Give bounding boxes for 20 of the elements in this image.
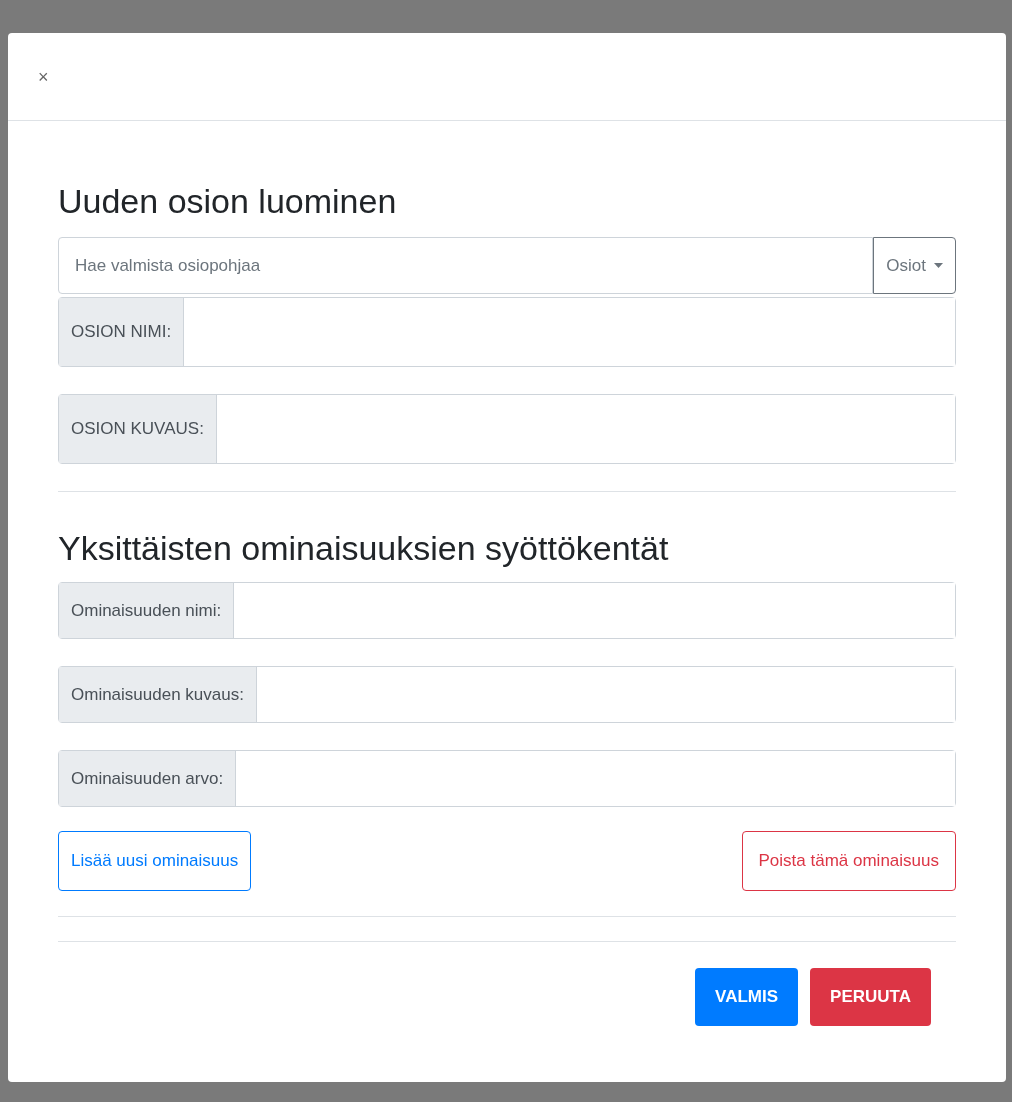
sections-dropdown[interactable]: Osiot	[873, 237, 956, 294]
add-property-button[interactable]: Lisää uusi ominaisuus	[58, 831, 252, 891]
input-group[interactable]: OSION NIMI:	[58, 297, 956, 367]
section-heading: Uuden osion luominen	[58, 181, 398, 221]
field-label: Ominaisuuden arvo:	[59, 751, 237, 806]
input-group[interactable]: Ominaisuuden nimi:	[58, 582, 956, 639]
section-heading: Yksittäisten ominaisuuksien syöttökentät	[58, 528, 670, 568]
field-label: OSION NIMI:	[59, 298, 185, 366]
remove-property-button[interactable]: Poista tämä ominaisuus	[741, 831, 956, 891]
footer-button[interactable]: VALMIS	[695, 968, 799, 1026]
close-button[interactable]: ×	[38, 67, 49, 86]
search-field[interactable]: Hae valmista osiopohjaa	[58, 237, 874, 294]
caret-icon	[934, 263, 943, 268]
input-group[interactable]: Ominaisuuden kuvaus:	[58, 666, 956, 723]
input-group[interactable]: Ominaisuuden arvo:	[58, 750, 956, 807]
input-group[interactable]: OSION KUVAUS:	[58, 394, 956, 464]
field-label: Ominaisuuden nimi:	[59, 583, 235, 638]
field-label: OSION KUVAUS:	[59, 395, 217, 463]
footer-button[interactable]: PERUUTA	[810, 968, 931, 1026]
field-label: Ominaisuuden kuvaus:	[59, 667, 257, 722]
